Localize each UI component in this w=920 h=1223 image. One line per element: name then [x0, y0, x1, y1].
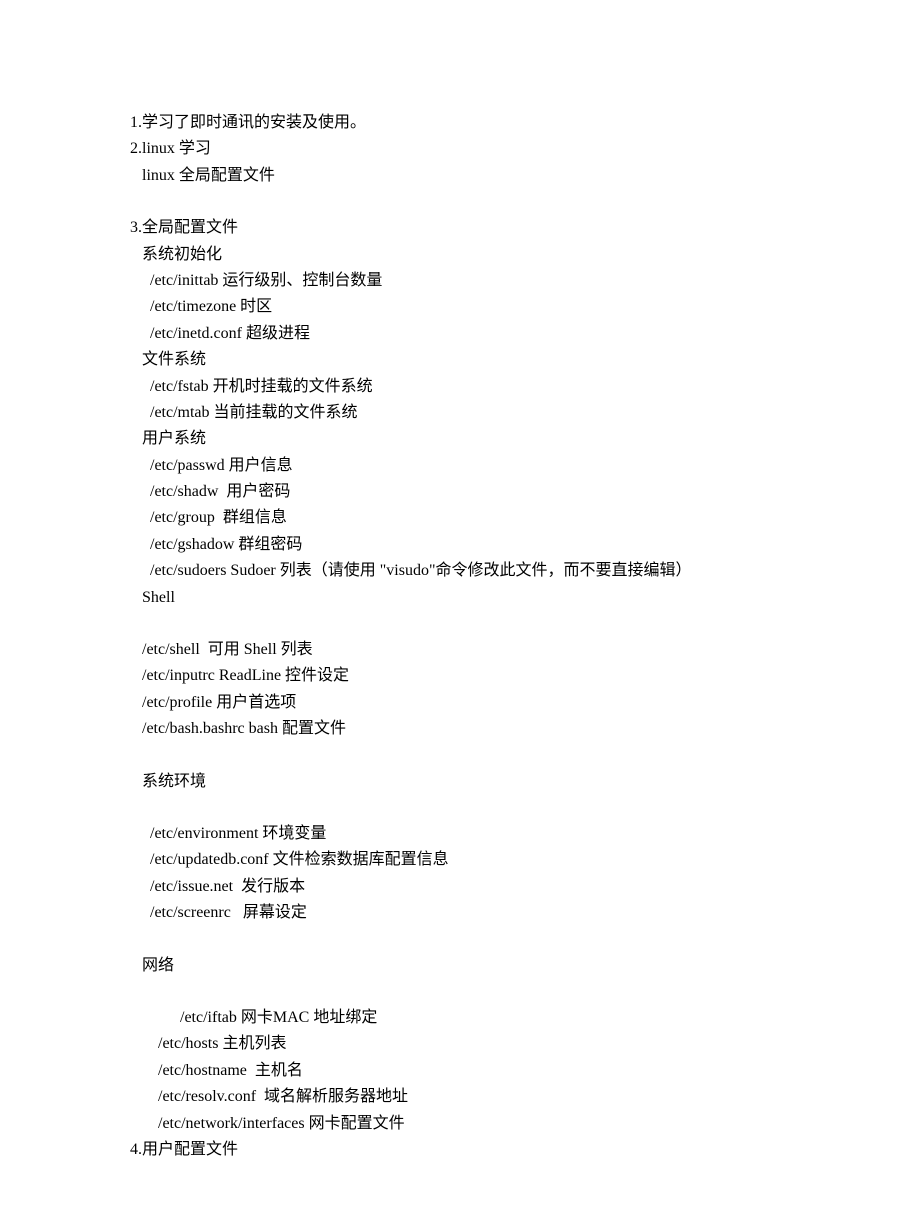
text-line: Shell	[130, 585, 790, 611]
text-line: /etc/resolv.conf 域名解析服务器地址	[130, 1084, 790, 1110]
blank-line	[130, 979, 790, 1005]
text-line: 系统初始化	[130, 242, 790, 268]
text-line: 3.全局配置文件	[130, 215, 790, 241]
text-line: /etc/shadw 用户密码	[130, 479, 790, 505]
text-line: /etc/group 群组信息	[130, 505, 790, 531]
text-line: /etc/inputrc ReadLine 控件设定	[130, 663, 790, 689]
text-line: 4.用户配置文件	[130, 1137, 790, 1163]
text-line: 2.linux 学习	[130, 136, 790, 162]
text-line: /etc/environment 环境变量	[130, 821, 790, 847]
text-line: 用户系统	[130, 426, 790, 452]
text-line: /etc/fstab 开机时挂载的文件系统	[130, 374, 790, 400]
text-line: 1.学习了即时通讯的安装及使用。	[130, 110, 790, 136]
text-line: /etc/profile 用户首选项	[130, 690, 790, 716]
blank-line	[130, 743, 790, 769]
text-line: /etc/inittab 运行级别、控制台数量	[130, 268, 790, 294]
text-line: linux 全局配置文件	[130, 163, 790, 189]
text-line: /etc/passwd 用户信息	[130, 453, 790, 479]
text-line: /etc/network/interfaces 网卡配置文件	[130, 1111, 790, 1137]
text-line: /etc/mtab 当前挂载的文件系统	[130, 400, 790, 426]
text-line: /etc/screenrc 屏幕设定	[130, 900, 790, 926]
text-line: /etc/bash.bashrc bash 配置文件	[130, 716, 790, 742]
document-body: 1.学习了即时通讯的安装及使用。2.linux 学习linux 全局配置文件 3.…	[130, 110, 790, 1163]
text-line: /etc/hostname 主机名	[130, 1058, 790, 1084]
blank-line	[130, 927, 790, 953]
text-line: /etc/timezone 时区	[130, 294, 790, 320]
text-line: /etc/updatedb.conf 文件检索数据库配置信息	[130, 847, 790, 873]
blank-line	[130, 189, 790, 215]
blank-line	[130, 611, 790, 637]
text-line: 文件系统	[130, 347, 790, 373]
text-line: /etc/gshadow 群组密码	[130, 532, 790, 558]
blank-line	[130, 795, 790, 821]
text-line: /etc/issue.net 发行版本	[130, 874, 790, 900]
text-line: /etc/iftab 网卡MAC 地址绑定	[130, 1005, 790, 1031]
text-line: /etc/hosts 主机列表	[130, 1031, 790, 1057]
text-line: /etc/sudoers Sudoer 列表（请使用 "visudo"命令修改此…	[130, 558, 790, 584]
text-line: /etc/shell 可用 Shell 列表	[130, 637, 790, 663]
text-line: 系统环境	[130, 769, 790, 795]
text-line: 网络	[130, 953, 790, 979]
text-line: /etc/inetd.conf 超级进程	[130, 321, 790, 347]
